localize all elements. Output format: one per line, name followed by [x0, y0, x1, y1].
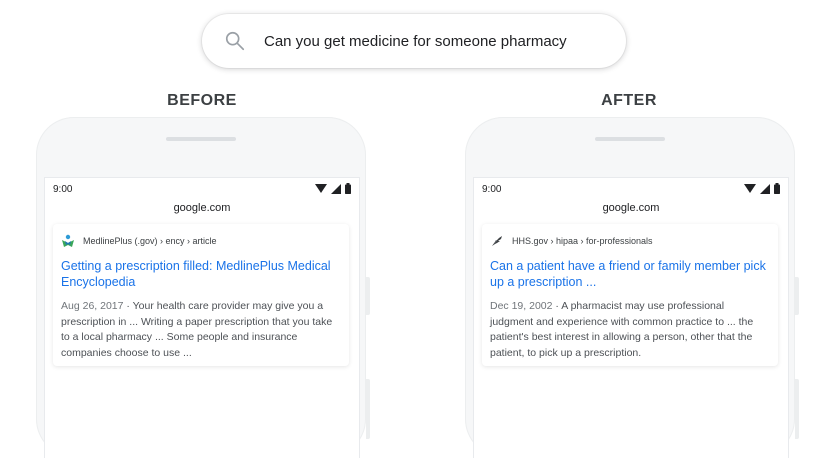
battery-icon: [345, 183, 351, 194]
phone-speaker: [595, 137, 665, 141]
result-snippet: Aug 26, 2017 · Your health care provider…: [61, 300, 333, 359]
medlineplus-icon: [62, 234, 74, 247]
status-icons: [744, 183, 780, 194]
url-text: google.com: [602, 202, 660, 214]
battery-icon: [774, 183, 780, 194]
status-time: 9:00: [53, 184, 73, 195]
status-bar: 9:00: [474, 178, 788, 195]
search-result-card[interactable]: HHS.gov › hipaa › for-professionals Can …: [482, 224, 778, 366]
result-breadcrumb[interactable]: HHS.gov › hipaa › for-professionals: [490, 234, 770, 248]
phone-side-button: [795, 277, 799, 315]
before-label: BEFORE: [167, 92, 237, 109]
phone-side-button: [366, 379, 370, 439]
signal-icon: [760, 183, 770, 194]
url-text: google.com: [173, 202, 231, 214]
before-phone: 9:00 google.com MedlinePlus (.gov) › enc…: [36, 117, 370, 458]
search-icon: [225, 31, 245, 51]
result-title-link[interactable]: Can a patient have a friend or family me…: [490, 258, 770, 290]
phone-speaker: [166, 137, 236, 141]
status-icons: [315, 183, 351, 194]
phone-side-button: [795, 379, 799, 439]
after-screen: 9:00 google.com HHS.gov › hipaa › for-pr…: [473, 177, 789, 458]
after-phone: 9:00 google.com HHS.gov › hipaa › for-pr…: [465, 117, 799, 458]
before-screen: 9:00 google.com MedlinePlus (.gov) › enc…: [44, 177, 360, 458]
search-query[interactable]: Can you get medicine for someone pharmac…: [264, 33, 567, 50]
result-breadcrumb[interactable]: MedlinePlus (.gov) › ency › article: [61, 234, 341, 248]
status-bar: 9:00: [45, 178, 359, 195]
result-date: Aug 26, 2017: [61, 300, 124, 312]
hhs-eagle-icon: [492, 236, 502, 246]
status-time: 9:00: [482, 184, 502, 195]
result-snippet: Dec 19, 2002 · A pharmacist may use prof…: [490, 300, 754, 359]
breadcrumb-text: MedlinePlus (.gov) › ency › article: [83, 236, 217, 246]
wifi-icon: [315, 184, 327, 193]
phone-side-button: [366, 277, 370, 315]
breadcrumb-text: HHS.gov › hipaa › for-professionals: [512, 236, 653, 246]
search-bar[interactable]: Can you get medicine for someone pharmac…: [202, 14, 626, 68]
result-date: Dec 19, 2002: [490, 300, 553, 312]
signal-icon: [331, 183, 341, 194]
result-title-link[interactable]: Getting a prescription filled: MedlinePl…: [61, 258, 341, 290]
search-result-card[interactable]: MedlinePlus (.gov) › ency › article Gett…: [53, 224, 349, 366]
after-label: AFTER: [601, 92, 657, 109]
wifi-icon: [744, 184, 756, 193]
